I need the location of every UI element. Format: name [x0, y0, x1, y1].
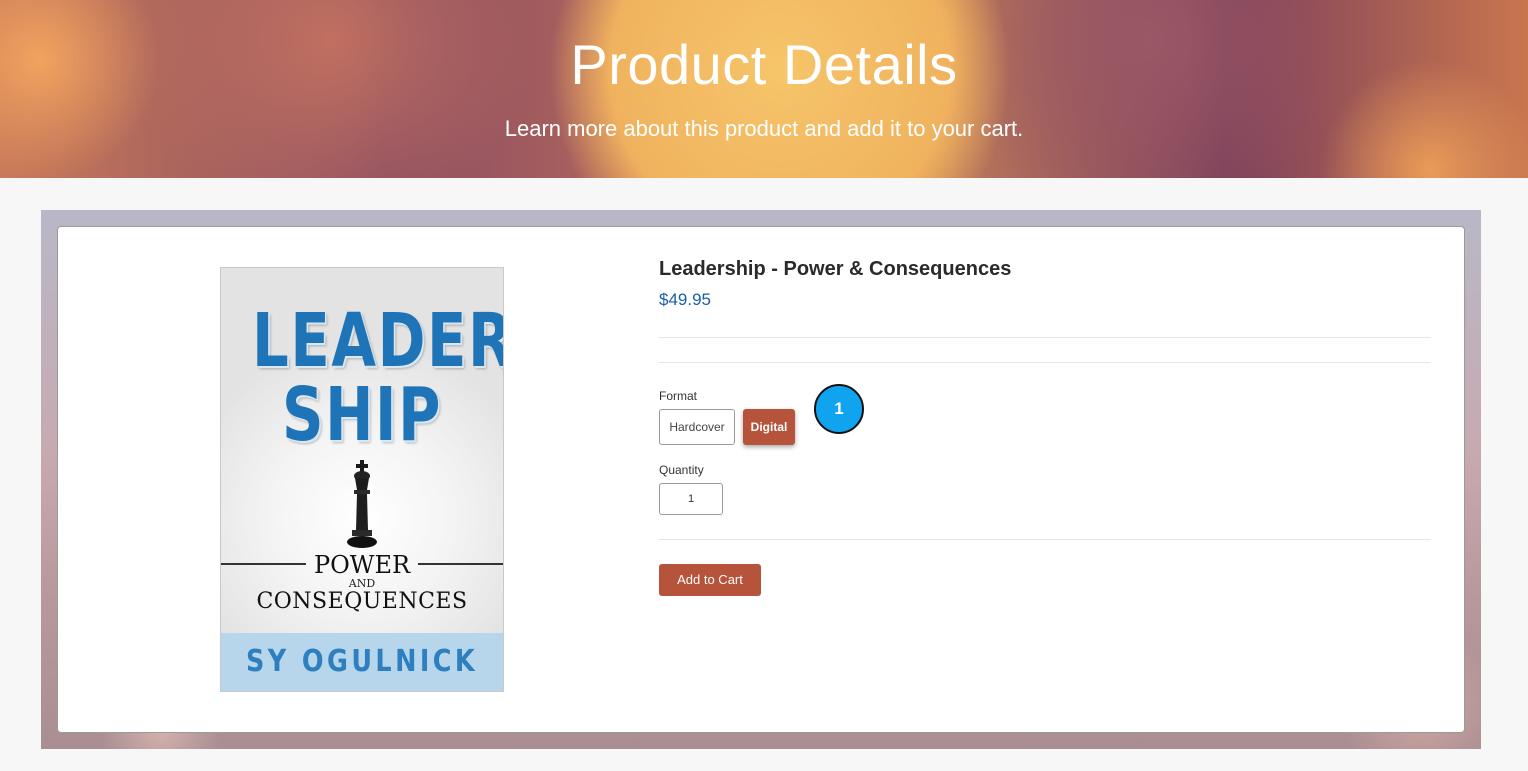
cover-subtitle-consequences: CONSEQUENCES [256, 589, 468, 614]
cover-author: SY OGULNICK [246, 644, 478, 679]
divider [659, 539, 1431, 540]
product-name: Leadership - Power & Consequences [659, 258, 1012, 280]
quantity-label: Quantity [659, 463, 704, 477]
format-option-digital[interactable]: Digital [743, 409, 795, 445]
product-card: LEADER SHIP POWER AND CONSEQUENCES SY OG… [57, 226, 1465, 733]
format-option-hardcover[interactable]: Hardcover [659, 409, 735, 445]
product-image: LEADER SHIP POWER AND CONSEQUENCES SY OG… [220, 267, 504, 692]
product-price: $49.95 [659, 290, 711, 309]
format-label: Format [659, 389, 698, 403]
add-to-cart-button[interactable]: Add to Cart [659, 564, 761, 596]
step-marker-badge: 1 [814, 384, 864, 434]
divider [659, 362, 1431, 363]
page-title: Product Details [570, 33, 958, 96]
divider [659, 337, 1431, 338]
chess-king-icon [347, 460, 377, 548]
page-subtitle: Learn more about this product and add it… [504, 116, 1024, 141]
cover-subtitle-power: POWER [313, 551, 411, 579]
page-header-banner: Product Details Learn more about this pr… [0, 0, 1528, 178]
cover-title-line2: SHIP [282, 372, 442, 458]
quantity-input[interactable] [659, 483, 723, 515]
